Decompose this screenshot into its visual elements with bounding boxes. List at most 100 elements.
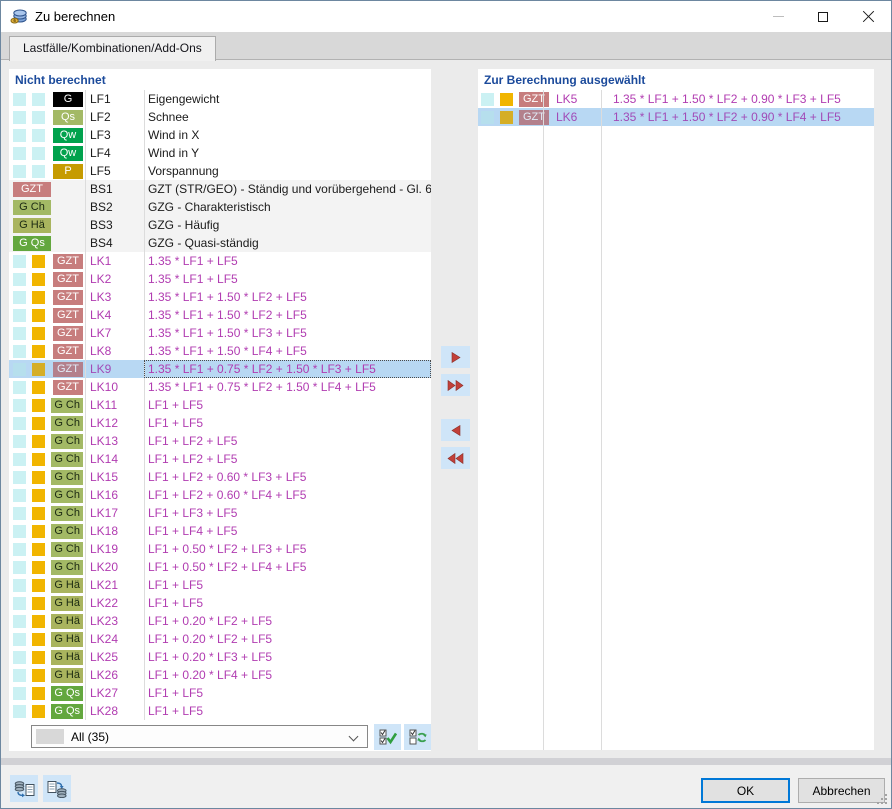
ok-button[interactable]: OK	[701, 778, 790, 803]
list-row-bs4[interactable]: G Qs BS4 GZG - Quasi-ständig	[9, 234, 431, 252]
copy-settings-to-button[interactable]	[43, 775, 71, 802]
row-description: 1.35 * LF1 + LF5	[148, 272, 238, 286]
cyan-square-icon	[481, 92, 494, 106]
minimize-icon	[772, 16, 784, 17]
row-icons: GZT	[478, 108, 551, 126]
select-all-button[interactable]	[374, 724, 401, 750]
move-left-button[interactable]	[441, 419, 470, 441]
column-separator	[543, 90, 544, 750]
list-row-lk15[interactable]: G Ch LK15 LF1 + LF2 + 0.60 * LF3 + LF5	[9, 468, 431, 486]
list-row-lf1[interactable]: G LF1 Eigengewicht	[9, 90, 431, 108]
filter-dropdown[interactable]: All (35)	[31, 725, 368, 748]
list-row-lk12[interactable]: G Ch LK12 LF1 + LF5	[9, 414, 431, 432]
list-row-lk11[interactable]: G Ch LK11 LF1 + LF5	[9, 396, 431, 414]
list-row-lk9[interactable]: GZT LK9 1.35 * LF1 + 0.75 * LF2 + 1.50 * L…	[9, 360, 431, 378]
cyan-square-icon	[13, 398, 26, 412]
list-row-lk25[interactable]: G Hä LK25 LF1 + 0.20 * LF3 + LF5	[9, 648, 431, 666]
dialog-zu-berechnen: 6 Zu berechnen Lastfälle/Kombinationen/A…	[0, 0, 892, 809]
yellow-square-icon	[32, 578, 45, 592]
row-id: LK3	[90, 290, 112, 304]
list-row-lf3[interactable]: Qw LF3 Wind in X	[9, 126, 431, 144]
list-row-lk28[interactable]: G Qs LK28 LF1 + LF5	[9, 702, 431, 720]
row-icons: G Hä	[9, 594, 85, 612]
category-badge: G Ch	[51, 451, 83, 467]
close-button[interactable]	[845, 1, 891, 32]
list-row-lk10[interactable]: GZT LK10 1.35 * LF1 + 0.75 * LF2 + 1.50 * …	[9, 378, 431, 396]
cyan-square-icon	[13, 344, 26, 358]
list-row-lf4[interactable]: Qw LF4 Wind in Y	[9, 144, 431, 162]
list-row-lf5[interactable]: P LF5 Vorspannung	[9, 162, 431, 180]
category-badge: G Hä	[51, 649, 83, 665]
row-id: LK22	[90, 596, 119, 610]
row-description: Wind in Y	[148, 146, 200, 160]
yellow-square-icon	[32, 362, 45, 376]
maximize-button[interactable]	[800, 1, 846, 32]
list-row-lk6[interactable]: GZT LK6 1.35 * LF1 + 1.50 * LF2 + 0.90 * L…	[478, 108, 874, 126]
list-row-lk24[interactable]: G Hä LK24 LF1 + 0.20 * LF2 + LF5	[9, 630, 431, 648]
list-row-lk19[interactable]: G Ch LK19 LF1 + 0.50 * LF2 + LF3 + LF5	[9, 540, 431, 558]
right-panel-title: Zur Berechnung ausgewählt	[484, 73, 646, 87]
row-description: 1.35 * LF1 + 1.50 * LF2 + 0.90 * LF4 + L…	[613, 110, 841, 124]
row-description: Schnee	[148, 110, 189, 124]
list-row-lk20[interactable]: G Ch LK20 LF1 + 0.50 * LF2 + LF4 + LF5	[9, 558, 431, 576]
list-row-lk16[interactable]: G Ch LK16 LF1 + LF2 + 0.60 * LF4 + LF5	[9, 486, 431, 504]
move-all-right-button[interactable]	[441, 374, 470, 396]
yellow-square-icon	[32, 704, 45, 718]
row-description: LF1 + LF5	[148, 416, 204, 430]
list-row-lk18[interactable]: G Ch LK18 LF1 + LF4 + LF5	[9, 522, 431, 540]
cyan-square-icon	[13, 470, 26, 484]
category-badge: G Ch	[51, 487, 83, 503]
yellow-square-icon	[32, 524, 45, 538]
list-row-lf2[interactable]: Qs LF2 Schnee	[9, 108, 431, 126]
row-description: 1.35 * LF1 + 1.50 * LF2 + LF5	[148, 290, 307, 304]
resize-grip[interactable]	[876, 793, 889, 806]
not-calculated-list: G LF1 Eigengewicht Qs LF2 Schnee Qw LF3 Wind in …	[9, 90, 431, 720]
chevron-down-icon	[348, 731, 359, 742]
row-id: LK8	[90, 344, 112, 358]
move-all-left-button[interactable]	[441, 447, 470, 469]
cyan-square-icon	[13, 578, 26, 592]
yellow-square-icon	[32, 308, 45, 322]
cyan-square-icon	[13, 110, 26, 124]
list-row-lk3[interactable]: GZT LK3 1.35 * LF1 + 1.50 * LF2 + LF5	[9, 288, 431, 306]
list-row-lk21[interactable]: G Hä LK21 LF1 + LF5	[9, 576, 431, 594]
list-row-lk17[interactable]: G Ch LK17 LF1 + LF3 + LF5	[9, 504, 431, 522]
category-badge: G Qs	[51, 685, 83, 701]
list-row-bs1[interactable]: GZT BS1 GZT (STR/GEO) - Ständig und vorübe…	[9, 180, 431, 198]
list-row-bs2[interactable]: G Ch BS2 GZG - Charakteristisch	[9, 198, 431, 216]
yellow-square-icon	[32, 650, 45, 664]
move-right-button[interactable]	[441, 346, 470, 368]
row-icons: G Ch	[9, 540, 85, 558]
row-description: LF1 + 0.20 * LF4 + LF5	[148, 668, 273, 682]
row-description: 1.35 * LF1 + 0.75 * LF2 + 1.50 * LF3 + L…	[144, 360, 431, 378]
list-row-lk23[interactable]: G Hä LK23 LF1 + 0.20 * LF2 + LF5	[9, 612, 431, 630]
list-row-lk22[interactable]: G Hä LK22 LF1 + LF5	[9, 594, 431, 612]
list-row-lk7[interactable]: GZT LK7 1.35 * LF1 + 1.50 * LF3 + LF5	[9, 324, 431, 342]
list-row-lk8[interactable]: GZT LK8 1.35 * LF1 + 1.50 * LF4 + LF5	[9, 342, 431, 360]
cyan-square-icon	[13, 434, 26, 448]
list-row-lk26[interactable]: G Hä LK26 LF1 + 0.20 * LF4 + LF5	[9, 666, 431, 684]
list-row-lk2[interactable]: GZT LK2 1.35 * LF1 + LF5	[9, 270, 431, 288]
list-row-lk14[interactable]: G Ch LK14 LF1 + LF2 + LF5	[9, 450, 431, 468]
tab-lastfaelle-kombinationen-addons[interactable]: Lastfälle/Kombinationen/Add-Ons	[9, 36, 216, 61]
yellow-square-icon	[32, 614, 45, 628]
yellow-square-icon	[500, 92, 513, 106]
category-badge: GZT	[53, 289, 83, 305]
row-icons: Qs	[9, 108, 85, 126]
yellow-square-icon	[32, 632, 45, 646]
category-badge: GZT	[13, 181, 51, 197]
row-id: LK24	[90, 632, 119, 646]
list-row-lk27[interactable]: G Qs LK27 LF1 + LF5	[9, 684, 431, 702]
list-row-lk4[interactable]: GZT LK4 1.35 * LF1 + 1.50 * LF2 + LF5	[9, 306, 431, 324]
list-row-bs3[interactable]: G Hä BS3 GZG - Häufig	[9, 216, 431, 234]
cancel-button[interactable]: Abbrechen	[798, 778, 885, 803]
invert-selection-button[interactable]	[404, 724, 431, 750]
list-row-lk1[interactable]: GZT LK1 1.35 * LF1 + LF5	[9, 252, 431, 270]
list-row-lk5[interactable]: GZT LK5 1.35 * LF1 + 1.50 * LF2 + 0.90 * L…	[478, 90, 874, 108]
cyan-square-icon	[13, 164, 26, 178]
copy-settings-from-button[interactable]	[10, 775, 38, 802]
list-row-lk13[interactable]: G Ch LK13 LF1 + LF2 + LF5	[9, 432, 431, 450]
cyan-square-icon	[13, 596, 26, 610]
row-icons: GZT	[9, 270, 85, 288]
row-description: LF1 + LF5	[148, 578, 204, 592]
